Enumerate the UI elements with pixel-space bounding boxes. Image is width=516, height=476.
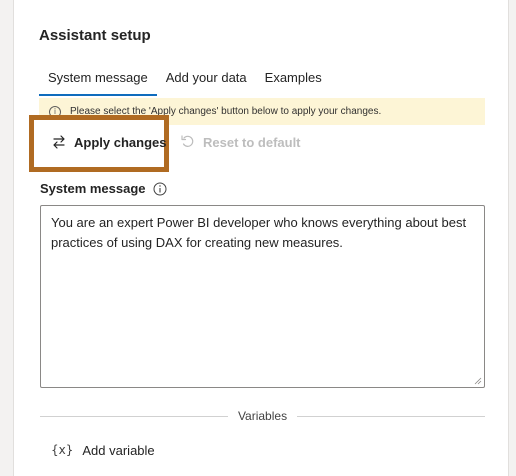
panel-title: Assistant setup bbox=[39, 27, 151, 44]
reset-to-default-button[interactable]: Reset to default bbox=[180, 130, 301, 154]
tab-list: System message Add your data Examples bbox=[39, 62, 331, 96]
system-message-textarea[interactable]: You are an expert Power BI developer who… bbox=[40, 205, 485, 388]
undo-icon bbox=[181, 135, 194, 147]
system-message-label-row: System message bbox=[40, 181, 167, 196]
apply-changes-label: Apply changes bbox=[74, 134, 167, 150]
divider-line-left bbox=[40, 415, 228, 417]
system-message-text: You are an expert Power BI developer who… bbox=[51, 215, 467, 250]
tab-system-message[interactable]: System message bbox=[39, 62, 157, 96]
swap-arrows-icon bbox=[53, 135, 65, 149]
info-icon[interactable] bbox=[153, 182, 167, 196]
apply-changes-button[interactable]: Apply changes bbox=[51, 130, 166, 154]
reset-to-default-label: Reset to default bbox=[203, 134, 301, 150]
variables-divider: Variables bbox=[40, 406, 486, 426]
divider-line-right bbox=[297, 415, 486, 417]
resize-grip-icon[interactable] bbox=[474, 377, 482, 385]
system-message-label: System message bbox=[40, 181, 146, 196]
add-variable-label: Add variable bbox=[82, 442, 155, 458]
assistant-setup-panel: Assistant setup System message Add your … bbox=[13, 0, 509, 476]
add-variable-button[interactable]: {x} Add variable bbox=[51, 440, 155, 460]
variables-divider-label: Variables bbox=[237, 409, 288, 423]
tab-add-your-data[interactable]: Add your data bbox=[157, 62, 256, 88]
variable-icon: {x} bbox=[51, 443, 74, 457]
tab-examples[interactable]: Examples bbox=[256, 62, 331, 88]
